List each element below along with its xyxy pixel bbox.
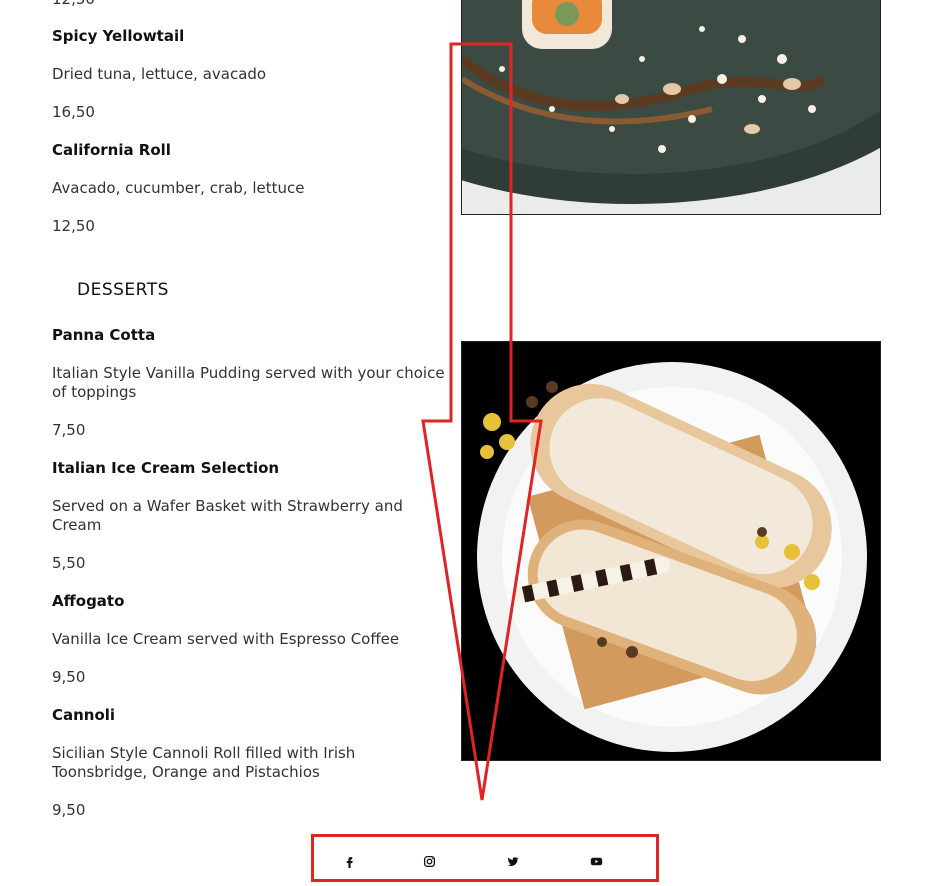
item-price-affogato: 9,50 <box>52 668 86 686</box>
item-desc-california-roll: Avacado, cucumber, crab, lettuce <box>52 179 305 197</box>
sushi-photo <box>461 0 881 215</box>
item-name-california-roll: California Roll <box>52 141 171 159</box>
item-desc-ice-cream: Served on a Wafer Basket with Strawberry… <box>52 497 403 534</box>
twitter-icon[interactable] <box>503 852 521 870</box>
instagram-icon[interactable] <box>420 852 438 870</box>
item-price-spicy-yellowtail: 16,50 <box>52 103 95 121</box>
item-desc-cannoli: Sicilian Style Cannoli Roll filled with … <box>52 744 356 781</box>
item-name-affogato: Affogato <box>52 592 125 610</box>
item-price-ice-cream: 5,50 <box>52 554 86 572</box>
item-desc-panna-cotta: Italian Style Vanilla Pudding served wit… <box>52 364 445 401</box>
youtube-icon[interactable] <box>587 852 605 870</box>
item-price-previous: 12,50 <box>52 0 95 8</box>
item-name-panna-cotta: Panna Cotta <box>52 326 156 344</box>
item-desc-spicy-yellowtail: Dried tuna, lettuce, avacado <box>52 65 267 83</box>
item-desc-affogato: Vanilla Ice Cream served with Espresso C… <box>52 630 400 648</box>
item-price-panna-cotta: 7,50 <box>52 421 86 439</box>
sushi-illustration <box>462 0 880 214</box>
item-name-ice-cream: Italian Ice Cream Selection <box>52 459 280 477</box>
item-name-cannoli: Cannoli <box>52 706 116 724</box>
facebook-icon[interactable] <box>340 852 358 870</box>
item-price-cannoli: 9,50 <box>52 801 86 819</box>
item-price-california-roll: 12,50 <box>52 217 95 235</box>
section-title-desserts: DESSERTS <box>77 280 169 300</box>
cannoli-photo <box>461 341 881 761</box>
item-name-spicy-yellowtail: Spicy Yellowtail <box>52 27 185 45</box>
social-links-highlight-box <box>311 834 659 882</box>
cannoli-illustration <box>462 342 880 760</box>
